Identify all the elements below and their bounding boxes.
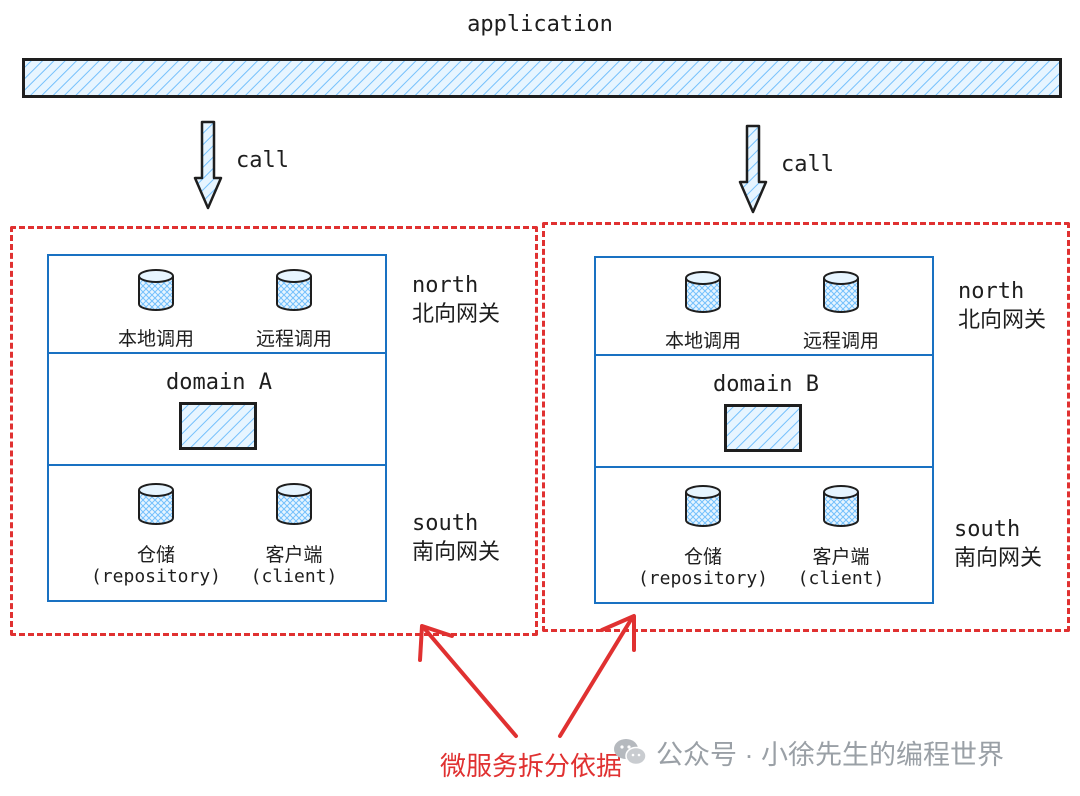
database-icon (685, 271, 721, 313)
call-arrow-icon (738, 124, 768, 214)
south-label-zh: 南向网关 (954, 545, 1043, 570)
call-arrow-icon (193, 120, 223, 210)
north-label: north 北向网关 (412, 272, 500, 328)
repository-label: 仓储 (136, 545, 175, 566)
local-call-label: 本地调用 (664, 331, 741, 352)
north-label: north 北向网关 (958, 278, 1046, 334)
database-icon (138, 483, 174, 525)
arrow-to-domain-b (558, 616, 634, 738)
domain-title: domain A (166, 370, 272, 395)
south-gateway-layer: 仓储 (repository) 客户端 (client) (594, 466, 934, 604)
domain-model-block (179, 402, 257, 450)
south-label-en: south (954, 517, 1021, 542)
remote-call-label: 远程调用 (255, 329, 332, 350)
database-icon (138, 269, 174, 311)
watermark-text: 公众号 · 小徐先生的编程世界 (656, 739, 1004, 770)
north-label-en: north (412, 273, 479, 298)
south-label: south 南向网关 (412, 510, 500, 566)
application-title: application (467, 12, 613, 37)
database-icon (276, 269, 312, 311)
south-label-en: south (412, 511, 479, 536)
north-gateway-layer: 本地调用 远程调用 (47, 254, 387, 354)
call-label: call (781, 152, 834, 177)
north-gateway-layer: 本地调用 远程调用 (594, 256, 934, 356)
client-sub-label: (client) (250, 566, 338, 587)
north-label-zh: 北向网关 (412, 301, 501, 326)
domain-title: domain B (713, 372, 819, 397)
local-call-label: 本地调用 (117, 329, 194, 350)
database-icon (685, 485, 721, 527)
south-label: south 南向网关 (954, 516, 1042, 572)
database-icon (823, 485, 859, 527)
client-label: 客户端 (265, 545, 323, 566)
wechat-icon (614, 739, 647, 766)
repository-label: 仓储 (683, 547, 722, 568)
domain-layer: domain A (47, 352, 387, 466)
south-gateway-layer: 仓储 (repository) 客户端 (client) (47, 464, 387, 602)
call-label: call (236, 148, 289, 173)
north-label-zh: 北向网关 (958, 307, 1047, 332)
database-icon (823, 271, 859, 313)
watermark: 公众号 · 小徐先生的编程世界 (612, 732, 1004, 772)
application-bar (22, 58, 1062, 98)
database-icon (276, 483, 312, 525)
north-label-en: north (958, 279, 1025, 304)
arrow-to-domain-a (422, 626, 518, 738)
repository-sub-label: (repository) (637, 568, 769, 589)
domain-layer: domain B (594, 354, 934, 468)
remote-call-label: 远程调用 (802, 331, 879, 352)
client-label: 客户端 (812, 547, 870, 568)
south-label-zh: 南向网关 (412, 539, 501, 564)
client-sub-label: (client) (797, 568, 885, 589)
domain-model-block (724, 404, 802, 452)
split-basis-label: 微服务拆分依据 (440, 751, 623, 781)
repository-sub-label: (repository) (90, 566, 222, 587)
